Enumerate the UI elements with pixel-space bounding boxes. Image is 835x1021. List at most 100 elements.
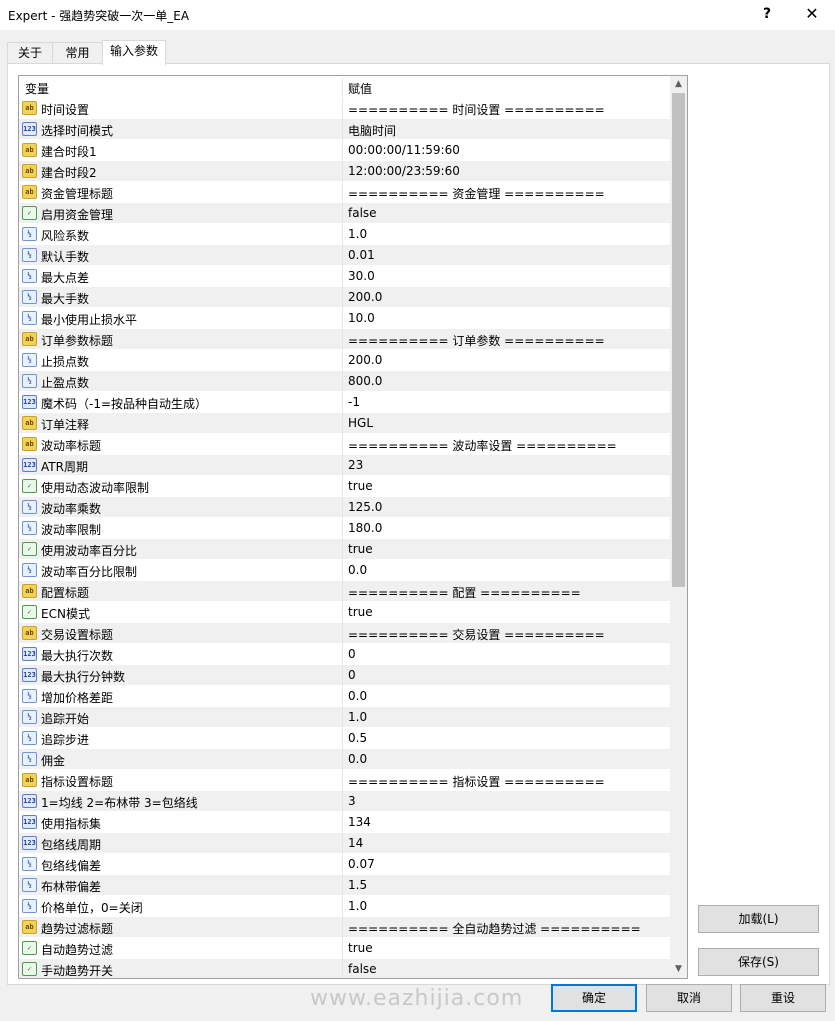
save-button[interactable]: 保存(S): [698, 948, 819, 976]
table-row[interactable]: 123 ATR周期 23: [19, 455, 670, 476]
table-row[interactable]: ½ 最大手数 200.0: [19, 287, 670, 308]
parameter-value[interactable]: false: [348, 206, 377, 220]
table-row[interactable]: ½ 追踪开始 1.0: [19, 707, 670, 728]
parameter-value[interactable]: 800.0: [348, 374, 382, 388]
table-row[interactable]: ✓ 自动趋势过滤 true: [19, 938, 670, 959]
parameter-value[interactable]: 125.0: [348, 500, 382, 514]
table-row[interactable]: ab 波动率标题 ========== 波动率设置 ==========: [19, 434, 670, 455]
reset-button[interactable]: 重设: [740, 984, 826, 1012]
parameter-value[interactable]: 200.0: [348, 290, 382, 304]
parameter-value[interactable]: 0.5: [348, 731, 367, 745]
table-row[interactable]: ½ 佣金 0.0: [19, 749, 670, 770]
scroll-thumb[interactable]: [672, 93, 685, 587]
parameter-value[interactable]: true: [348, 605, 373, 619]
table-row[interactable]: 123 包络线周期 14: [19, 833, 670, 854]
parameter-value[interactable]: 0.0: [348, 563, 367, 577]
parameters-grid[interactable]: 变量 赋值 ab 时间设置 ========== 时间设置 ========== 12…: [18, 75, 688, 979]
table-row[interactable]: ½ 最小使用止损水平 10.0: [19, 308, 670, 329]
parameter-value[interactable]: 电脑时间: [348, 122, 396, 139]
help-button[interactable]: ?: [756, 4, 778, 26]
table-row[interactable]: ab 时间设置 ========== 时间设置 ==========: [19, 98, 670, 119]
parameter-value[interactable]: 0: [348, 668, 356, 682]
parameter-value[interactable]: 1.5: [348, 878, 367, 892]
parameter-value[interactable]: ========== 时间设置 ==========: [348, 101, 605, 118]
table-row[interactable]: 123 选择时间模式 电脑时间: [19, 119, 670, 140]
table-row[interactable]: ✓ 手动趋势开关 false: [19, 959, 670, 978]
table-row[interactable]: 123 魔术码（-1=按品种自动生成） -1: [19, 392, 670, 413]
ok-button[interactable]: 确定: [551, 984, 637, 1012]
parameter-value[interactable]: -1: [348, 395, 360, 409]
table-row[interactable]: ab 交易设置标题 ========== 交易设置 ==========: [19, 623, 670, 644]
parameter-value[interactable]: true: [348, 479, 373, 493]
close-button[interactable]: ✕: [797, 2, 827, 28]
parameter-value[interactable]: 1.0: [348, 227, 367, 241]
parameter-value[interactable]: ========== 波动率设置 ==========: [348, 437, 617, 454]
parameter-value[interactable]: false: [348, 962, 377, 976]
parameter-value[interactable]: ========== 全自动趋势过滤 ==========: [348, 920, 641, 937]
table-row[interactable]: ab 建合时段2 12:00:00/23:59:60: [19, 161, 670, 182]
table-row[interactable]: ½ 价格单位，0=关闭 1.0: [19, 896, 670, 917]
parameter-value[interactable]: ========== 订单参数 ==========: [348, 332, 605, 349]
parameter-value[interactable]: 200.0: [348, 353, 382, 367]
table-row[interactable]: ab 配置标题 ========== 配置 ==========: [19, 581, 670, 602]
column-header-value[interactable]: 赋值: [348, 80, 372, 97]
tab-inputs[interactable]: 输入参数: [102, 40, 166, 65]
table-row[interactable]: ✓ 使用动态波动率限制 true: [19, 476, 670, 497]
table-row[interactable]: ½ 包络线偏差 0.07: [19, 854, 670, 875]
table-row[interactable]: 123 使用指标集 134: [19, 812, 670, 833]
parameter-value[interactable]: 134: [348, 815, 371, 829]
table-row[interactable]: ½ 波动率百分比限制 0.0: [19, 560, 670, 581]
table-row[interactable]: ab 指标设置标题 ========== 指标设置 ==========: [19, 770, 670, 791]
parameter-value[interactable]: 10.0: [348, 311, 375, 325]
parameter-value[interactable]: ========== 配置 ==========: [348, 584, 581, 601]
column-header-variable[interactable]: 变量: [25, 80, 49, 97]
table-row[interactable]: ab 订单注释 HGL: [19, 413, 670, 434]
parameter-value[interactable]: 12:00:00/23:59:60: [348, 164, 460, 178]
table-row[interactable]: ½ 增加价格差距 0.0: [19, 686, 670, 707]
parameter-value[interactable]: ========== 交易设置 ==========: [348, 626, 605, 643]
scroll-up-icon[interactable]: ▲: [670, 76, 687, 93]
parameter-value[interactable]: 0.0: [348, 689, 367, 703]
table-row[interactable]: ✓ 启用资金管理 false: [19, 203, 670, 224]
table-row[interactable]: ½ 默认手数 0.01: [19, 245, 670, 266]
table-row[interactable]: ½ 波动率乘数 125.0: [19, 497, 670, 518]
table-row[interactable]: ✓ 使用波动率百分比 true: [19, 539, 670, 560]
tab-common[interactable]: 常用: [52, 42, 103, 64]
parameter-value[interactable]: 0.07: [348, 857, 375, 871]
parameter-value[interactable]: true: [348, 941, 373, 955]
parameter-value[interactable]: 180.0: [348, 521, 382, 535]
table-row[interactable]: ½ 止盈点数 800.0: [19, 371, 670, 392]
cancel-button[interactable]: 取消: [646, 984, 732, 1012]
table-row[interactable]: ab 订单参数标题 ========== 订单参数 ==========: [19, 329, 670, 350]
load-button[interactable]: 加载(L): [698, 905, 819, 933]
parameter-value[interactable]: 1.0: [348, 710, 367, 724]
table-row[interactable]: ab 建合时段1 00:00:00/11:59:60: [19, 140, 670, 161]
parameter-value[interactable]: 0: [348, 647, 356, 661]
parameter-value[interactable]: 14: [348, 836, 363, 850]
table-row[interactable]: ✓ ECN模式 true: [19, 602, 670, 623]
table-row[interactable]: ab 趋势过滤标题 ========== 全自动趋势过滤 ==========: [19, 917, 670, 938]
parameter-value[interactable]: 23: [348, 458, 363, 472]
parameter-value[interactable]: 0.0: [348, 752, 367, 766]
table-row[interactable]: ½ 最大点差 30.0: [19, 266, 670, 287]
parameter-value[interactable]: true: [348, 542, 373, 556]
table-row[interactable]: 123 最大执行分钟数 0: [19, 665, 670, 686]
parameter-value[interactable]: 3: [348, 794, 356, 808]
table-row[interactable]: ½ 止损点数 200.0: [19, 350, 670, 371]
vertical-scrollbar[interactable]: ▲ ▼: [670, 76, 687, 978]
parameter-value[interactable]: 0.01: [348, 248, 375, 262]
table-row[interactable]: ab 资金管理标题 ========== 资金管理 ==========: [19, 182, 670, 203]
parameter-value[interactable]: HGL: [348, 416, 373, 430]
parameter-value[interactable]: 00:00:00/11:59:60: [348, 143, 460, 157]
table-row[interactable]: ½ 布林带偏差 1.5: [19, 875, 670, 896]
parameter-value[interactable]: 1.0: [348, 899, 367, 913]
scroll-down-icon[interactable]: ▼: [670, 961, 687, 978]
tab-about[interactable]: 关于: [7, 42, 53, 64]
table-row[interactable]: ½ 追踪步进 0.5: [19, 728, 670, 749]
parameter-value[interactable]: ========== 指标设置 ==========: [348, 773, 605, 790]
parameter-value[interactable]: 30.0: [348, 269, 375, 283]
table-row[interactable]: ½ 风险系数 1.0: [19, 224, 670, 245]
parameter-value[interactable]: ========== 资金管理 ==========: [348, 185, 605, 202]
table-row[interactable]: ½ 波动率限制 180.0: [19, 518, 670, 539]
table-row[interactable]: 123 1=均线 2=布林带 3=包络线 3: [19, 791, 670, 812]
